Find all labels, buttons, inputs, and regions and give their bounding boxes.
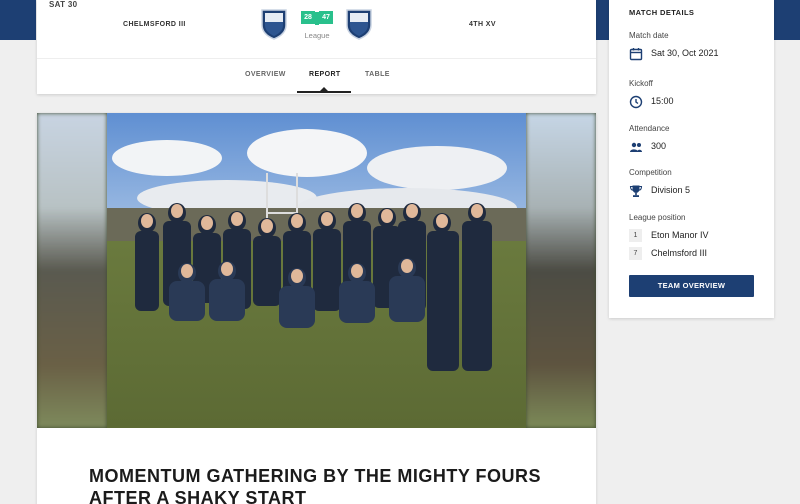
attendance-label: Attendance [629, 124, 670, 133]
home-team-crest-icon[interactable] [260, 8, 288, 40]
report-photo [37, 113, 596, 428]
home-score: 28 [301, 11, 315, 24]
match-details-title: MATCH DETAILS [629, 8, 695, 17]
match-date-label: Match date [629, 31, 669, 40]
calendar-icon [629, 48, 643, 61]
kickoff-value: 15:00 [651, 96, 674, 106]
match-report-article: MOMENTUM GATHERING BY THE MIGHTY FOURS A… [37, 113, 596, 504]
away-score: 47 [319, 11, 333, 24]
home-team-name[interactable]: CHELMSFORD III [123, 21, 186, 28]
match-header-card: SAT 30 CHELMSFORD III 28 47 League 4TH X… [37, 0, 596, 94]
team-overview-button[interactable]: TEAM OVERVIEW [629, 275, 754, 297]
position-rank: 7 [629, 247, 642, 260]
match-details-card: MATCH DETAILS Match date Sat 30, Oct 202… [609, 0, 774, 318]
position-team[interactable]: Eton Manor IV [651, 230, 709, 240]
competition-type-label: League [304, 31, 330, 40]
people-icon [630, 142, 642, 152]
tab-overview[interactable]: OVERVIEW [245, 71, 286, 78]
article-headline: MOMENTUM GATHERING BY THE MIGHTY FOURS A… [89, 466, 542, 504]
position-rank: 1 [629, 229, 642, 242]
match-date-value: Sat 30, Oct 2021 [651, 48, 719, 58]
away-team-name[interactable]: 4TH XV [469, 21, 496, 28]
away-team-crest-icon[interactable] [345, 8, 373, 40]
position-team[interactable]: Chelmsford III [651, 248, 707, 258]
team-celebration-photo [107, 113, 526, 428]
match-day-label: SAT 30 [49, 0, 78, 9]
league-position-label: League position [629, 213, 686, 222]
kickoff-label: Kickoff [629, 79, 653, 88]
trophy-icon [629, 185, 643, 197]
competition-label: Competition [629, 168, 672, 177]
active-tab-underline [297, 91, 351, 93]
tab-report[interactable]: REPORT [309, 71, 341, 78]
attendance-value: 300 [651, 141, 667, 151]
clock-icon [629, 95, 643, 109]
competition-value: Division 5 [651, 185, 691, 195]
tab-table[interactable]: TABLE [365, 71, 390, 78]
